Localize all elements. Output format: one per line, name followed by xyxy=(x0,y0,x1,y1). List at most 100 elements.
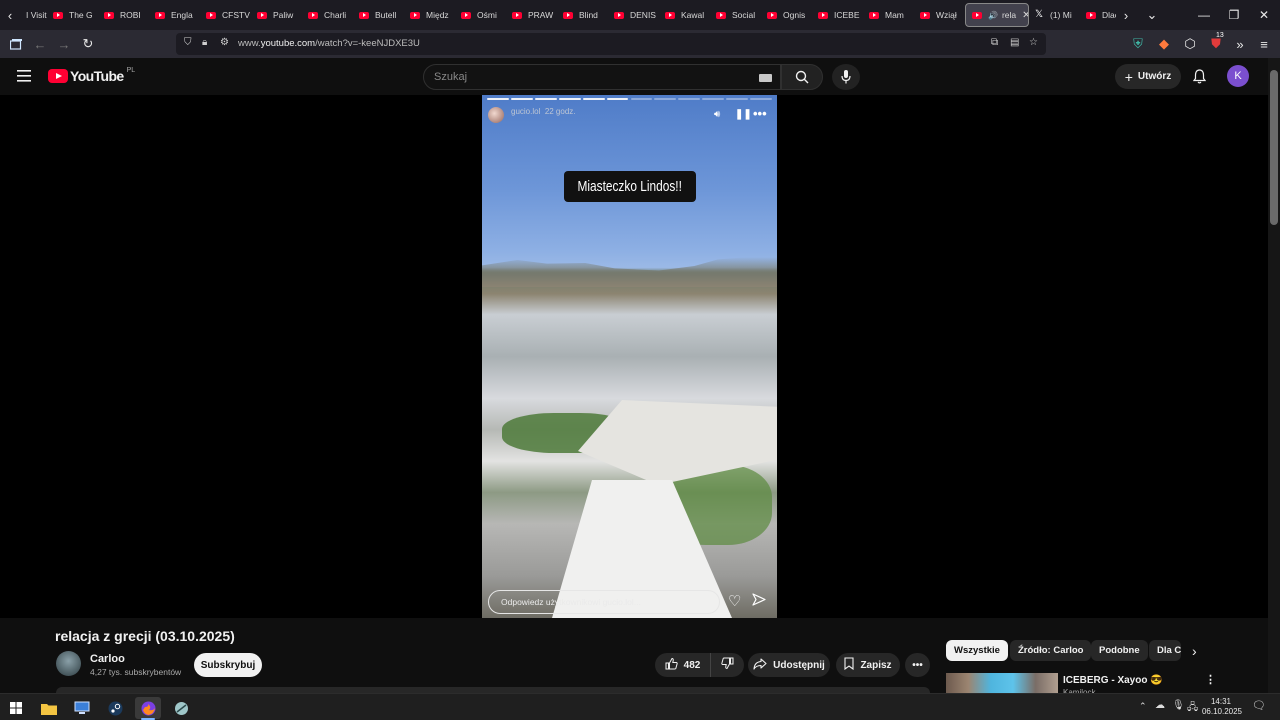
forward-icon[interactable]: → xyxy=(52,32,76,56)
tabs-list-chevron-down-icon[interactable]: ⌄ xyxy=(1142,0,1162,30)
bookmark-star-icon[interactable]: ☆ xyxy=(1029,37,1038,48)
tab[interactable]: ICEBE xyxy=(812,3,863,27)
microphone-tray-icon[interactable]: 🎙︎ xyxy=(1172,700,1185,711)
recommended-title[interactable]: ICEBERG - Xayoo 😎 xyxy=(1063,675,1163,686)
tab-x[interactable]: 𝕏 (1) Mi xyxy=(1029,3,1080,27)
speaker-icon[interactable]: 🔊 xyxy=(988,11,998,20)
story-reply-input[interactable]: Odpowiedz użytkownikowi gucio.lol... xyxy=(488,590,720,614)
tab[interactable]: DENIS xyxy=(608,3,659,27)
tab[interactable]: Mam xyxy=(863,3,914,27)
extension-ublock-icon[interactable]: ⛊ 13 xyxy=(1204,32,1228,56)
tab[interactable]: Social xyxy=(710,3,761,27)
tab[interactable]: Blind xyxy=(557,3,608,27)
save-button[interactable]: Zapisz xyxy=(836,653,900,677)
send-icon[interactable] xyxy=(752,593,766,612)
steam-icon[interactable] xyxy=(102,697,128,719)
notifications-bell-icon[interactable] xyxy=(1189,66,1209,86)
tab-active[interactable]: 🔊 rela ✕ xyxy=(965,3,1029,27)
tab[interactable]: Międz xyxy=(404,3,455,27)
youtube-header: YouTube PL Szukaj + Utwórz K xyxy=(0,58,1268,95)
close-tab-icon[interactable]: ✕ xyxy=(1022,10,1028,21)
youtube-favicon-icon xyxy=(104,11,114,19)
scrollbar-thumb[interactable] xyxy=(1270,70,1278,225)
tab[interactable]: The G xyxy=(47,3,98,27)
tab[interactable]: Ognis xyxy=(761,3,812,27)
tray-chevron-up-icon[interactable]: ⌃ xyxy=(1139,701,1147,712)
voice-search-button[interactable] xyxy=(832,64,860,90)
chip-for-you[interactable]: Dla C xyxy=(1149,640,1181,661)
create-label: Utwórz xyxy=(1137,71,1172,82)
dislike-button[interactable] xyxy=(710,653,744,677)
reader-view-icon[interactable]: ▤ xyxy=(1010,37,1019,48)
tab[interactable]: I Visit xyxy=(20,3,47,27)
tab[interactable]: Butell xyxy=(353,3,404,27)
mute-speaker-icon[interactable]: 🔊︎ xyxy=(714,109,720,120)
story-video-frame[interactable]: gucio.lol 22 godz. 🔊︎ ❚❚ ••• Miasteczko … xyxy=(482,95,777,618)
remote-desktop-icon[interactable] xyxy=(69,697,95,719)
channel-avatar[interactable] xyxy=(56,651,81,676)
recommended-more-icon[interactable]: ⋮ xyxy=(1205,673,1216,686)
close-window-icon[interactable]: ✕ xyxy=(1248,0,1280,30)
file-explorer-icon[interactable] xyxy=(36,697,62,719)
network-icon[interactable]: 🖧 xyxy=(1187,700,1198,717)
youtube-logo[interactable]: YouTube PL xyxy=(48,67,135,84)
restore-icon[interactable]: ❐ xyxy=(1218,0,1250,30)
keyboard-icon[interactable] xyxy=(759,74,772,82)
heart-icon[interactable]: ♡ xyxy=(728,592,741,610)
tab[interactable]: Ośmi xyxy=(455,3,506,27)
clock-time[interactable]: 14:31 xyxy=(1203,697,1239,706)
url-bar[interactable]: ⛉ 🔒︎ ⚙︎ www.youtube.com/watch?v=-keeNJDX… xyxy=(176,33,1046,55)
chip-source[interactable]: Źródło: Carloo xyxy=(1010,640,1092,661)
search-button[interactable] xyxy=(781,64,823,90)
url-text[interactable]: www.youtube.com/watch?v=-keeNJDXE3U xyxy=(238,38,420,49)
permissions-icon[interactable]: ⚙︎ xyxy=(220,37,229,48)
clock-date[interactable]: 06.10.2025 xyxy=(1200,707,1244,716)
minimize-icon[interactable]: — xyxy=(1188,0,1220,30)
subscribe-button[interactable]: Subskrybuj xyxy=(194,653,262,677)
tab[interactable]: ROBI xyxy=(98,3,149,27)
shield-icon[interactable]: ⛉ xyxy=(184,37,192,48)
channel-name[interactable]: Carloo xyxy=(90,653,125,665)
tab[interactable]: Engla xyxy=(149,3,200,27)
tab[interactable]: Kawal xyxy=(659,3,710,27)
tab[interactable]: CFSTV xyxy=(200,3,251,27)
more-options-icon[interactable]: ••• xyxy=(753,106,767,121)
extension-fox-icon[interactable]: ◆ xyxy=(1152,32,1176,56)
chips-next-chevron-icon[interactable]: › xyxy=(1192,643,1197,659)
tabs-scroll-left-icon[interactable]: ‹ xyxy=(0,0,20,30)
notifications-icon[interactable]: 🗨︎ xyxy=(1252,699,1266,712)
tabs-scroll-right-icon[interactable]: › xyxy=(1116,0,1136,30)
tab-label: PRAW xyxy=(528,10,554,20)
lock-icon[interactable]: 🔒︎ xyxy=(202,37,207,48)
chip-all[interactable]: Wszystkie xyxy=(946,640,1008,661)
tab[interactable]: Charli xyxy=(302,3,353,27)
extension-shield-icon[interactable]: ⛨ xyxy=(1126,32,1150,56)
tab-youtube[interactable]: Dlac xyxy=(1080,3,1116,27)
picture-in-picture-icon[interactable]: ⧉ xyxy=(991,37,998,48)
chip-similar[interactable]: Podobne xyxy=(1091,640,1148,661)
recommended-thumbnail[interactable] xyxy=(946,673,1058,693)
windows-start-icon[interactable] xyxy=(3,697,29,719)
search-input[interactable]: Szukaj xyxy=(423,64,781,90)
pause-icon[interactable]: ❚❚ xyxy=(735,109,752,120)
app-icon[interactable] xyxy=(168,697,194,719)
account-avatar[interactable]: K xyxy=(1227,65,1249,87)
share-button[interactable]: Udostępnij xyxy=(748,653,830,677)
hamburger-menu-icon[interactable] xyxy=(17,69,31,87)
tab[interactable]: Paliw xyxy=(251,3,302,27)
reload-icon[interactable]: ↻ xyxy=(76,32,100,56)
overflow-chevrons-icon[interactable]: » xyxy=(1228,32,1252,56)
story-progress-segment xyxy=(534,98,557,100)
youtube-favicon-icon xyxy=(869,11,879,19)
firefox-icon[interactable] xyxy=(135,697,161,719)
more-actions-icon[interactable]: ••• xyxy=(905,653,930,677)
back-icon[interactable]: ← xyxy=(28,32,52,56)
extensions-puzzle-icon[interactable]: ⬡ xyxy=(1178,32,1202,56)
like-button[interactable]: 482 xyxy=(655,653,710,677)
tab[interactable]: PRAW xyxy=(506,3,557,27)
app-menu-icon[interactable]: ≡ xyxy=(1252,32,1276,56)
sidebar-toggle-icon[interactable] xyxy=(4,32,28,56)
create-button[interactable]: + Utwórz xyxy=(1115,64,1181,89)
onedrive-cloud-icon[interactable]: ☁ xyxy=(1155,700,1165,711)
tab[interactable]: Wziął xyxy=(914,3,965,27)
